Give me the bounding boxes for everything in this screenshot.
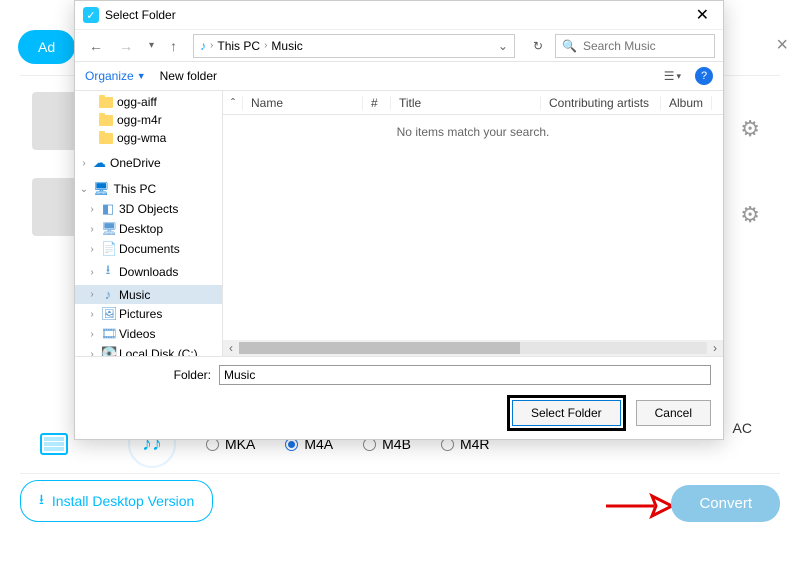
toolbar: Organize ▼ New folder ☰ ▾ ? [75, 61, 723, 91]
tree-item-ogg-m4r[interactable]: ogg-m4r [75, 111, 222, 129]
scroll-right-icon[interactable]: › [707, 341, 723, 355]
video-icon[interactable] [40, 433, 68, 455]
view-options[interactable]: ☰ ▾ [664, 69, 681, 83]
pictures-icon: 🖼 [101, 306, 115, 322]
recent-dropdown[interactable]: ▾ [143, 36, 160, 55]
scrollbar-thumb[interactable] [239, 342, 520, 354]
annotation-highlight: Select Folder [507, 395, 626, 431]
folder-label: Folder: [87, 368, 211, 382]
close-icon[interactable]: × [776, 34, 788, 57]
expand-icon[interactable]: › [87, 349, 97, 357]
download-icon: ⭳ [39, 489, 44, 513]
col-album[interactable]: Album [661, 96, 712, 110]
chevron-down-icon: ▼ [137, 71, 146, 81]
tree-item-ogg-aiff[interactable]: ogg-aiff [75, 93, 222, 111]
scroll-left-icon[interactable]: ‹ [223, 341, 239, 355]
folder-icon [99, 133, 113, 144]
column-headers[interactable]: ˆ Name # Title Contributing artists Albu… [223, 91, 723, 115]
tree-item-ogg-wma[interactable]: ogg-wma [75, 129, 222, 147]
folder-icon [99, 97, 113, 108]
folder-tree[interactable]: ogg-aiff ogg-m4r ogg-wma ›☁OneDrive ⌄🖥Th… [75, 91, 223, 356]
tree-item-downloads[interactable]: ›⭳Downloads [75, 259, 222, 285]
tree-item-3d-objects[interactable]: ›◧3D Objects [75, 199, 222, 219]
help-icon[interactable]: ? [695, 67, 713, 85]
col-name[interactable]: Name [243, 96, 363, 110]
col-title[interactable]: Title [391, 96, 541, 110]
horizontal-scrollbar[interactable]: ‹ › [223, 340, 723, 356]
tree-item-pictures[interactable]: ›🖼Pictures [75, 304, 222, 324]
folder-name-input[interactable] [219, 365, 711, 385]
format-aac-label: AC [733, 420, 752, 436]
expand-icon[interactable]: › [87, 224, 97, 235]
refresh-button[interactable]: ↻ [525, 35, 551, 57]
tree-item-this-pc[interactable]: ⌄🖥This PC [75, 179, 222, 199]
music-icon: ♪ [101, 287, 115, 302]
close-icon[interactable]: ✕ [690, 5, 715, 25]
sort-indicator[interactable]: ˆ [223, 96, 243, 110]
onedrive-icon: ☁ [93, 155, 106, 171]
add-button[interactable]: Ad [18, 30, 75, 64]
tree-item-music[interactable]: ›♪Music [75, 285, 222, 304]
col-contributing-artists[interactable]: Contributing artists [541, 96, 661, 110]
forward-button: → [113, 34, 139, 58]
expand-icon[interactable]: › [87, 244, 97, 255]
search-icon: 🔍 [562, 39, 577, 53]
tree-item-videos[interactable]: ›🎞Videos [75, 324, 222, 344]
app-icon: ✓ [83, 7, 99, 23]
nav-bar: ← → ▾ ↑ ♪ › This PC › Music ⌄ ↻ 🔍 [75, 29, 723, 61]
documents-icon: 📄 [101, 241, 115, 257]
videos-icon: 🎞 [101, 326, 115, 342]
up-button[interactable]: ↑ [164, 34, 183, 58]
tree-item-local-disk[interactable]: ›💽Local Disk (C:) [75, 344, 222, 356]
col-number[interactable]: # [363, 96, 391, 110]
breadcrumb[interactable]: ♪ › This PC › Music ⌄ [193, 34, 515, 58]
expand-icon[interactable]: › [87, 329, 97, 340]
divider [20, 473, 780, 474]
tree-item-desktop[interactable]: ›🖥Desktop [75, 219, 222, 239]
expand-icon[interactable]: › [87, 267, 97, 278]
expand-icon[interactable]: › [87, 204, 97, 215]
chevron-right-icon: › [210, 40, 213, 51]
breadcrumb-dropdown[interactable]: ⌄ [498, 39, 508, 53]
install-desktop-button[interactable]: ⭳ Install Desktop Version [20, 480, 213, 522]
expand-icon[interactable]: › [87, 309, 97, 320]
organize-menu[interactable]: Organize ▼ [85, 69, 146, 83]
select-folder-dialog: ✓ Select Folder ✕ ← → ▾ ↑ ♪ › This PC › … [74, 0, 724, 440]
expand-icon[interactable]: › [79, 158, 89, 169]
downloads-icon: ⭳ [101, 261, 115, 283]
pc-icon: 🖥 [93, 181, 110, 197]
empty-message: No items match your search. [223, 115, 723, 149]
convert-button[interactable]: Convert [671, 485, 780, 522]
search-input[interactable]: 🔍 [555, 34, 715, 58]
gear-icon[interactable]: ⚙ [740, 116, 760, 142]
breadcrumb-root[interactable]: This PC [217, 39, 260, 53]
chevron-right-icon: › [264, 40, 267, 51]
folder-icon [99, 115, 113, 126]
3d-icon: ◧ [101, 201, 115, 217]
titlebar: ✓ Select Folder ✕ [75, 1, 723, 29]
disk-icon: 💽 [101, 346, 115, 356]
tree-item-onedrive[interactable]: ›☁OneDrive [75, 153, 222, 173]
select-folder-button[interactable]: Select Folder [512, 400, 621, 426]
back-button[interactable]: ← [83, 34, 109, 58]
dialog-title: Select Folder [105, 8, 690, 22]
annotation-arrow [604, 492, 674, 520]
gear-icon[interactable]: ⚙ [740, 202, 760, 228]
music-icon: ♪ [200, 39, 206, 53]
dialog-footer: Folder: Select Folder Cancel [75, 356, 723, 439]
expand-icon[interactable]: › [87, 289, 97, 300]
tree-item-documents[interactable]: ›📄Documents [75, 239, 222, 259]
new-folder-button[interactable]: New folder [160, 69, 217, 83]
search-field[interactable] [583, 39, 708, 53]
file-list: ˆ Name # Title Contributing artists Albu… [223, 91, 723, 356]
cancel-button[interactable]: Cancel [636, 400, 711, 426]
breadcrumb-current[interactable]: Music [271, 39, 302, 53]
collapse-icon[interactable]: ⌄ [79, 184, 89, 195]
desktop-icon: 🖥 [101, 221, 115, 237]
